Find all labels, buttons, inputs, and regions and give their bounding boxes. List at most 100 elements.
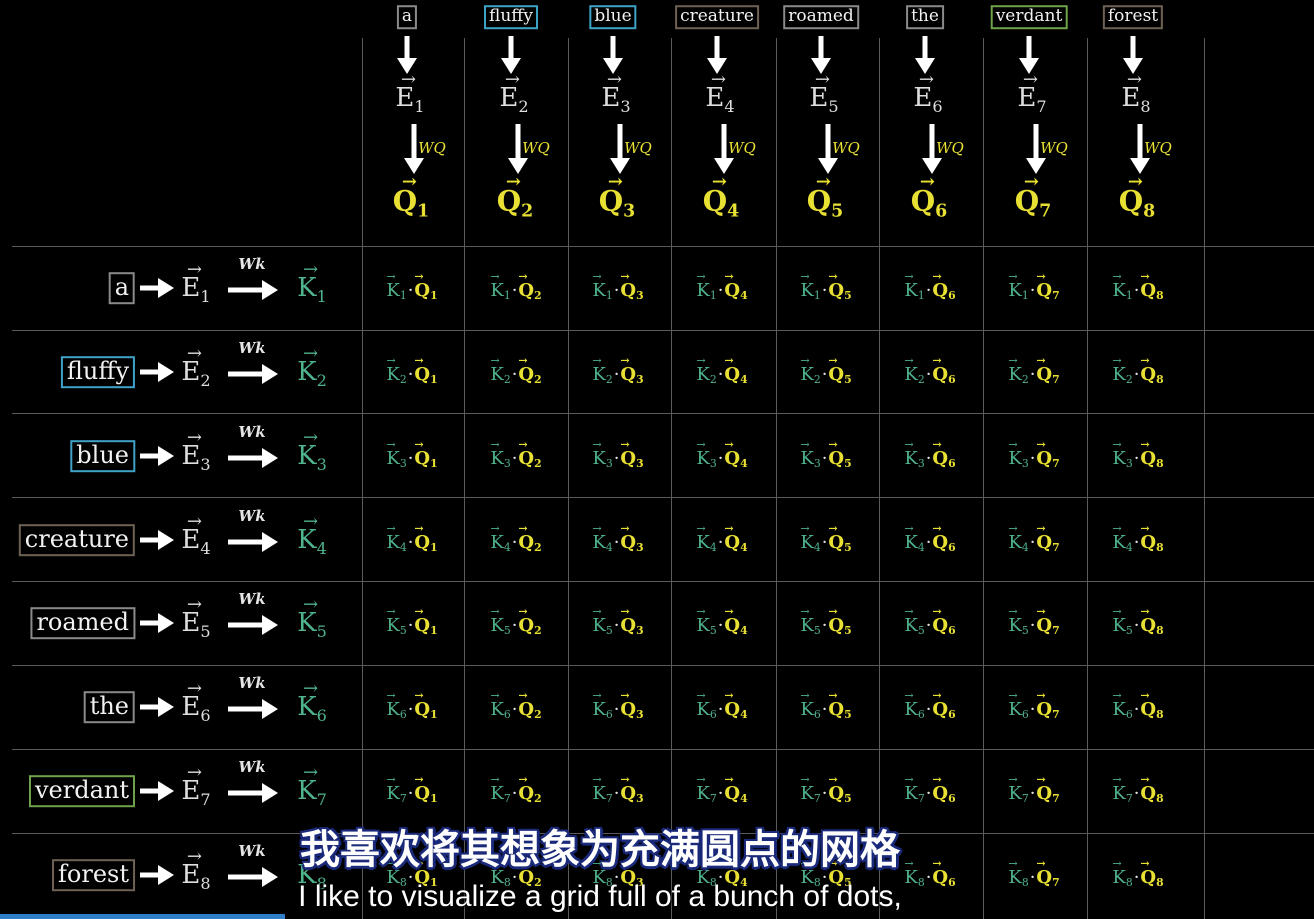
vector-arrow: →: [904, 353, 914, 367]
vector-arrow: →: [302, 594, 319, 616]
vector-arrow: →: [724, 688, 734, 702]
vector-arrow: →: [518, 688, 528, 702]
vector-arrow: →: [904, 856, 914, 870]
dot-operator: ·: [613, 447, 620, 469]
grid-horizontal-line: [12, 749, 1314, 750]
dot-operator: ·: [613, 279, 620, 301]
cell-key-term: → K7: [696, 774, 716, 804]
dot-operator: ·: [821, 614, 828, 636]
vector-index: 3: [813, 457, 821, 471]
dot-product-cell: → K6· → Q3: [592, 690, 644, 722]
vector-arrow: →: [1036, 772, 1046, 786]
vector-arrow: →: [1112, 688, 1122, 702]
vector-letter: K: [696, 363, 710, 385]
vector-index: 2: [521, 201, 534, 222]
vector-index: 3: [636, 708, 644, 722]
dot-operator: ·: [511, 698, 518, 720]
vector-arrow: →: [1140, 604, 1150, 618]
vector-letter: Q: [1140, 363, 1157, 385]
vector-index: 3: [623, 201, 636, 222]
cell-query-term: → Q4: [724, 690, 747, 720]
vector-letter: K: [1008, 447, 1022, 469]
dot-product-cell: → K5· → Q6: [904, 606, 955, 637]
vector-index: 7: [316, 789, 327, 809]
vector-index: 7: [503, 792, 511, 806]
cell-key-term: → K7: [1008, 774, 1028, 804]
vector-arrow: →: [1112, 604, 1122, 618]
dot-product-cell: → K3· → Q1: [386, 439, 437, 471]
dot-operator: ·: [1029, 363, 1036, 385]
vector-index: 8: [1156, 708, 1164, 722]
vector-letter: K: [800, 698, 814, 720]
dot-product-cell: → K2· → Q3: [592, 355, 643, 386]
dot-operator: ·: [821, 698, 828, 720]
dot-operator: ·: [925, 782, 932, 804]
dot-product-cell: → K4· → Q8: [1112, 523, 1163, 554]
vector-arrow: →: [620, 269, 630, 283]
right-arrow-icon: [140, 865, 174, 885]
vector-index: 7: [399, 792, 407, 806]
dot-product-cell: → K5· → Q2: [490, 606, 541, 637]
cell-query-term: → Q7: [1036, 439, 1059, 469]
vector-index: 6: [948, 876, 956, 890]
vector-arrow: →: [518, 353, 528, 367]
cell-key-term: → K7: [386, 774, 407, 806]
dot-product-cell: → K2· → Q6: [904, 355, 955, 387]
vector-index: 3: [399, 457, 407, 471]
right-arrow-icon: [228, 364, 278, 384]
vector-index: 4: [740, 541, 748, 555]
query-embedding-vector: → E6: [913, 71, 942, 115]
cell-key-term: → K2: [800, 355, 820, 385]
cell-query-term: → Q3: [620, 690, 644, 722]
vector-letter: K: [386, 614, 400, 636]
dot-operator: ·: [613, 698, 620, 720]
vector-letter: Q: [932, 447, 949, 469]
dot-operator: ·: [511, 363, 518, 385]
vector-index: 2: [534, 289, 542, 303]
dot-operator: ·: [1029, 782, 1036, 804]
dot-operator: ·: [1133, 279, 1140, 301]
cell-key-term: → K6: [386, 690, 407, 722]
vector-arrow: →: [186, 259, 203, 281]
cell-query-term: → Q8: [1140, 439, 1163, 469]
cell-query-term: → Q8: [1140, 271, 1163, 301]
vector-letter: K: [1112, 447, 1126, 469]
vector-arrow: →: [1112, 521, 1122, 535]
cell-key-term: → K3: [800, 439, 821, 471]
dot-operator: ·: [717, 614, 724, 636]
vector-arrow: →: [505, 171, 522, 193]
vector-index: 6: [399, 708, 407, 722]
vector-index: 2: [534, 373, 542, 387]
dot-product-cell: → K8· → Q6: [904, 858, 956, 890]
vector-arrow: →: [1036, 856, 1046, 870]
dot-product-cell: → K1· → Q4: [696, 271, 747, 302]
vector-index: 1: [430, 792, 438, 806]
vector-letter: K: [1112, 363, 1126, 385]
key-vector: → K3: [297, 429, 327, 473]
vector-arrow: →: [1008, 604, 1018, 618]
vector-index: 6: [917, 708, 925, 722]
vector-index: 2: [917, 373, 925, 387]
cell-query-term: → Q8: [1140, 606, 1163, 636]
right-arrow-icon: [140, 362, 174, 382]
cell-query-term: → Q4: [724, 355, 747, 385]
vector-arrow: →: [1023, 171, 1040, 193]
vector-letter: Q: [1036, 447, 1053, 469]
query-embedding-vector: → E3: [601, 71, 630, 115]
cell-key-term: → K6: [904, 690, 925, 722]
dot-operator: ·: [717, 447, 724, 469]
cell-query-term: → Q6: [932, 606, 955, 636]
cell-key-term: → K4: [490, 523, 510, 553]
vector-arrow: →: [1036, 688, 1046, 702]
vector-arrow: →: [1127, 171, 1144, 193]
vector-index: 4: [316, 538, 327, 558]
vector-index: 5: [844, 708, 852, 722]
vector-arrow: →: [592, 772, 602, 786]
vector-letter: K: [1008, 531, 1022, 553]
cell-query-term: → Q3: [620, 355, 643, 385]
vector-index: 2: [1125, 373, 1133, 387]
query-weight-label: WQ: [728, 139, 756, 157]
vector-arrow: →: [724, 437, 734, 451]
right-arrow-icon: [228, 532, 278, 552]
cell-key-term: → K5: [1008, 606, 1028, 636]
